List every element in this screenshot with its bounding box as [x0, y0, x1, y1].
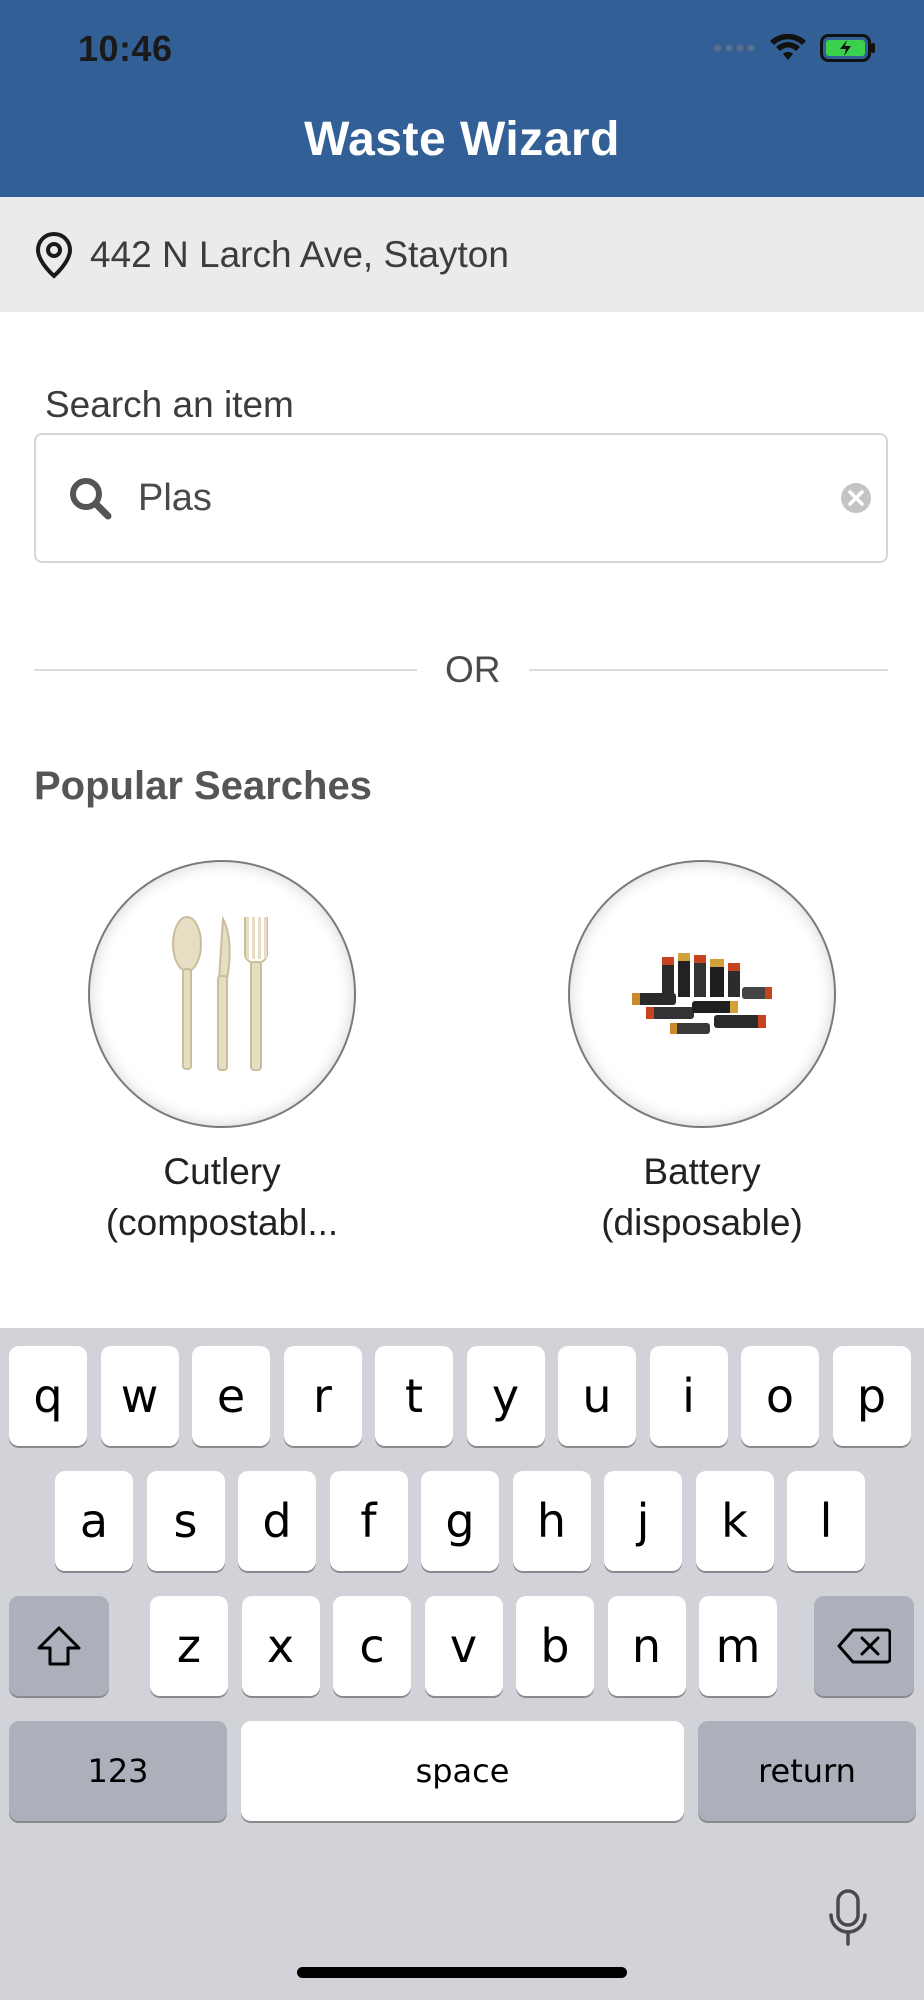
battery-label-line1: Battery: [643, 1151, 761, 1192]
search-field[interactable]: [34, 433, 888, 563]
signal-icon: [714, 44, 755, 52]
location-address: 442 N Larch Ave, Stayton: [90, 233, 509, 275]
key-g[interactable]: g: [421, 1471, 499, 1571]
batteries-icon: [632, 953, 772, 1034]
location-bar[interactable]: 442 N Larch Ave, Stayton: [0, 197, 924, 312]
delete-key[interactable]: [814, 1596, 914, 1696]
key-j[interactable]: j: [604, 1471, 682, 1571]
clear-search-icon[interactable]: [840, 482, 872, 514]
app-header: 10:46 Waste Wizard: [0, 0, 924, 197]
cutlery-label: Cutlery (compostabl...: [72, 1146, 372, 1248]
key-d[interactable]: d: [238, 1471, 316, 1571]
key-k[interactable]: k: [695, 1471, 774, 1571]
or-divider: OR: [34, 640, 888, 700]
key-u[interactable]: u: [558, 1346, 636, 1446]
key-b[interactable]: b: [516, 1596, 594, 1696]
key-o[interactable]: o: [741, 1346, 819, 1446]
battery-thumbnail[interactable]: [568, 860, 836, 1128]
numbers-key[interactable]: 123: [9, 1721, 227, 1821]
key-s[interactable]: s: [146, 1471, 225, 1571]
keyboard: qwertyuiop asdfghjkl zxcvbnm 123 space ret…: [0, 1328, 924, 2000]
search-icon: [70, 478, 112, 520]
return-key[interactable]: return: [698, 1721, 916, 1821]
key-q[interactable]: q: [9, 1346, 87, 1446]
space-key[interactable]: space: [241, 1721, 684, 1821]
battery-icon: [820, 34, 875, 62]
key-c[interactable]: c: [333, 1596, 411, 1696]
key-p[interactable]: p: [832, 1346, 911, 1446]
key-n[interactable]: n: [607, 1596, 686, 1696]
location-pin-icon: [35, 231, 73, 279]
battery-label: Battery (disposable): [552, 1146, 852, 1248]
search-label: Search an item: [45, 384, 294, 425]
wifi-icon: [770, 34, 806, 60]
key-a[interactable]: a: [55, 1471, 133, 1571]
key-l[interactable]: l: [787, 1471, 865, 1571]
status-icons: [714, 34, 876, 62]
shift-icon: [37, 1626, 81, 1666]
divider-line-left: [34, 669, 417, 671]
home-indicator: [297, 1967, 627, 1978]
backspace-icon: [837, 1628, 891, 1664]
microphone-icon[interactable]: [826, 1888, 870, 1948]
key-w[interactable]: w: [100, 1346, 179, 1446]
key-e[interactable]: e: [192, 1346, 270, 1446]
search-input[interactable]: [136, 475, 840, 521]
cutlery-thumbnail[interactable]: [88, 860, 356, 1128]
key-z[interactable]: z: [150, 1596, 228, 1696]
key-f[interactable]: f: [329, 1471, 408, 1571]
cutlery-label-line2: (compostabl...: [105, 1202, 339, 1243]
key-m[interactable]: m: [699, 1596, 777, 1696]
shift-key[interactable]: [9, 1596, 109, 1696]
cutlery-label-line1: Cutlery: [163, 1151, 281, 1192]
divider-line-right: [528, 669, 888, 671]
key-r[interactable]: r: [283, 1346, 362, 1446]
key-t[interactable]: t: [375, 1346, 453, 1446]
popular-item-battery[interactable]: Battery (disposable): [552, 860, 852, 1248]
battery-label-line2: (disposable): [601, 1202, 803, 1243]
key-x[interactable]: x: [241, 1596, 320, 1696]
popular-searches-title: Popular Searches: [34, 764, 372, 808]
cutlery-icon: [172, 915, 268, 1071]
key-y[interactable]: y: [466, 1346, 545, 1446]
popular-item-cutlery[interactable]: Cutlery (compostabl...: [72, 860, 372, 1248]
or-text: OR: [445, 649, 501, 690]
key-h[interactable]: h: [512, 1471, 591, 1571]
app-title: Waste Wizard: [304, 113, 620, 166]
status-time: 10:46: [78, 28, 173, 69]
key-v[interactable]: v: [424, 1596, 503, 1696]
key-i[interactable]: i: [649, 1346, 728, 1446]
